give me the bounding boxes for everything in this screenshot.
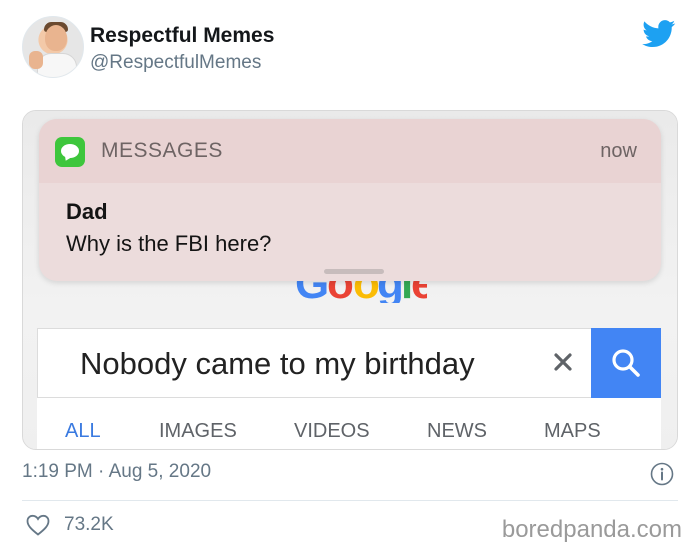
avatar[interactable] [22, 16, 84, 78]
display-name[interactable]: Respectful Memes [90, 24, 274, 48]
like-count: 73.2K [64, 514, 114, 535]
info-icon[interactable] [650, 462, 674, 486]
search-input[interactable]: Nobody came to my birthday [80, 346, 475, 382]
tab-all[interactable]: ALL [65, 420, 101, 443]
notification-time: now [600, 140, 637, 162]
notification-header: MESSAGES now [39, 119, 661, 183]
search-icon [612, 349, 640, 377]
message-notification[interactable]: MESSAGES now Dad Why is the FBI here? [39, 119, 661, 281]
watermark: boredpanda.com [501, 516, 682, 543]
tweet-timestamp[interactable]: 1:19 PM · Aug 5, 2020 [22, 461, 211, 483]
divider [22, 500, 678, 501]
tab-maps[interactable]: MAPS [544, 420, 601, 443]
tweet-media[interactable]: G o o g l e MESSAGES now Dad Why is the … [22, 110, 678, 450]
notification-app-name: MESSAGES [101, 139, 223, 162]
messages-icon [55, 137, 85, 167]
user-handle[interactable]: @RespectfulMemes [90, 52, 261, 74]
notification-sender: Dad [66, 199, 108, 224]
tab-videos[interactable]: VIDEOS [294, 420, 370, 443]
heart-icon[interactable] [26, 514, 50, 536]
tab-images[interactable]: IMAGES [159, 420, 237, 443]
search-bar[interactable]: Nobody came to my birthday [37, 328, 661, 398]
tab-news[interactable]: NEWS [427, 420, 487, 443]
notification-message: Why is the FBI here? [66, 231, 272, 256]
search-tabs: ALL IMAGES VIDEOS NEWS MAPS [37, 398, 661, 449]
tweet-header: Respectful Memes @RespectfulMemes [22, 16, 682, 80]
close-icon[interactable] [548, 347, 578, 377]
notification-grabber[interactable] [324, 269, 384, 274]
twitter-bird-icon[interactable] [642, 20, 676, 48]
search-button[interactable] [591, 328, 661, 398]
